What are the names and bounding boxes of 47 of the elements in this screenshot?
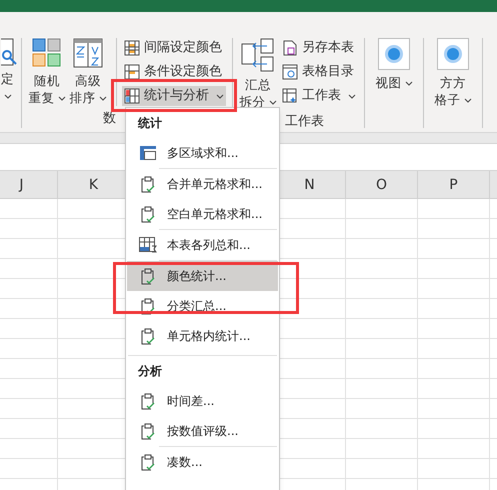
magnifier-icon bbox=[1, 38, 17, 66]
group-label: 数 bbox=[103, 110, 116, 128]
menu-item[interactable]: 单元格内统计... bbox=[127, 321, 278, 351]
column-header[interactable]: J bbox=[0, 171, 58, 198]
clipboard-check-icon bbox=[139, 298, 157, 314]
menu-item[interactable]: 凑数... bbox=[127, 447, 278, 477]
group-label: 工作表 bbox=[285, 113, 324, 131]
ribbon-button[interactable]: 条件设定颜色 bbox=[122, 62, 226, 82]
ribbon-button[interactable]: 工作表 bbox=[280, 86, 358, 106]
ribbon-button[interactable]: 汇总拆分 bbox=[239, 38, 277, 110]
clipboard-check-icon bbox=[139, 268, 157, 284]
save-page-icon bbox=[282, 40, 298, 56]
split-arrows-icon bbox=[241, 38, 275, 72]
ribbon-button[interactable]: 视图 bbox=[375, 38, 413, 91]
clipboard-check-icon bbox=[139, 176, 157, 192]
clipboard-check-icon bbox=[139, 328, 157, 344]
clipboard-check-icon bbox=[139, 422, 157, 440]
clipboard-check-icon bbox=[139, 206, 157, 222]
ribbon-button[interactable]: 高级排序 bbox=[69, 38, 107, 106]
sheet-sparkle-icon bbox=[282, 88, 298, 104]
ribbon-button[interactable]: 表格目录 bbox=[280, 62, 358, 82]
menu-item[interactable]: 按数值评级... bbox=[127, 416, 278, 446]
tiles-icon bbox=[32, 38, 62, 68]
striped-table-icon bbox=[124, 40, 140, 56]
column-sum-icon bbox=[139, 237, 157, 253]
menu-item[interactable]: 本表各列总和... bbox=[127, 230, 278, 260]
ribbon-button[interactable]: 另存本表 bbox=[280, 38, 358, 58]
ribbon-button[interactable]: 方方格子 bbox=[434, 38, 472, 108]
menu-item[interactable]: 多区域求和... bbox=[127, 138, 278, 168]
sort-table-icon bbox=[73, 38, 103, 68]
table-icon bbox=[124, 64, 140, 80]
menu-item[interactable]: 时间差... bbox=[127, 386, 278, 416]
column-header[interactable]: P bbox=[418, 171, 490, 198]
column-header[interactable]: O bbox=[346, 171, 418, 198]
table-icon bbox=[139, 146, 157, 160]
ribbon-button[interactable]: 定 bbox=[1, 38, 17, 104]
ribbon-button[interactable]: 间隔设定颜色 bbox=[122, 38, 226, 58]
catalog-icon bbox=[282, 64, 298, 80]
menu-item[interactable]: 空白单元格求和... bbox=[127, 199, 278, 229]
clipboard-check-icon bbox=[139, 392, 157, 410]
clipboard-check-icon bbox=[139, 454, 157, 470]
statistics-table-icon bbox=[124, 88, 140, 104]
ribbon-button[interactable]: 随机重复 bbox=[28, 38, 66, 106]
section-header: 统计 bbox=[136, 115, 163, 132]
ribbon-button[interactable]: 统计与分析 bbox=[122, 86, 226, 106]
section-header: 分析 bbox=[136, 363, 163, 380]
menu-item[interactable]: 颜色统计... bbox=[127, 261, 278, 291]
